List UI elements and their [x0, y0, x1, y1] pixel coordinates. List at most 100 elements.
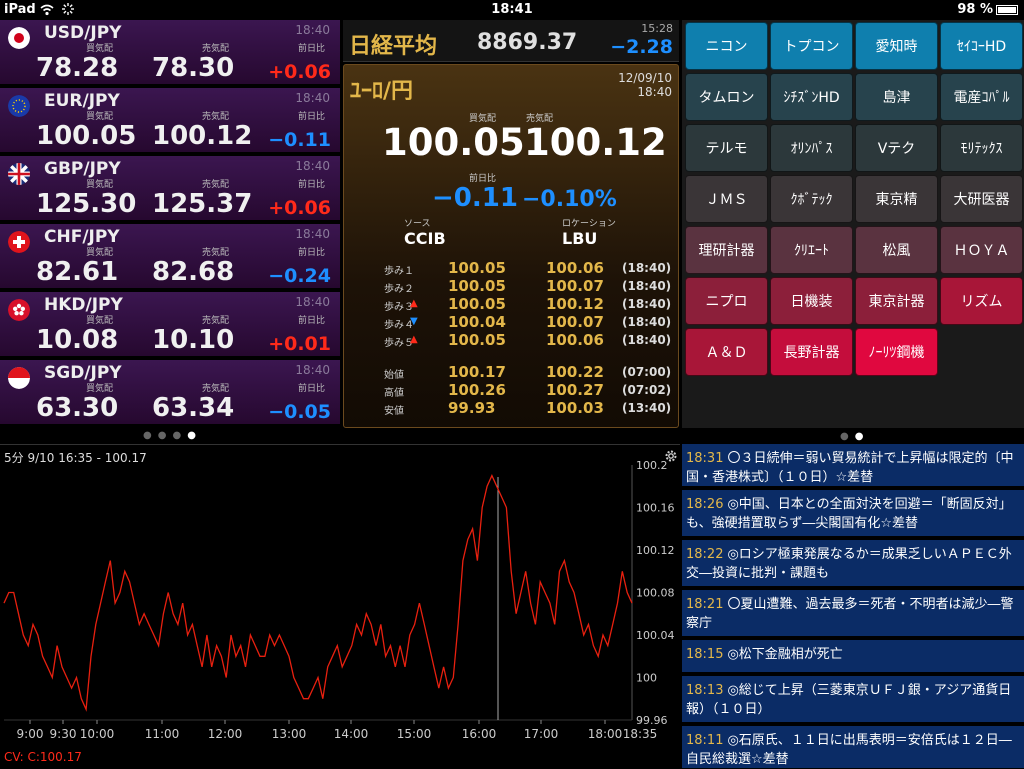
stock-button[interactable]: ニプロ: [685, 277, 768, 325]
ohlc-row: 始値 100.17 100.22 (07:00): [382, 363, 672, 381]
news-item[interactable]: 18:11 ◎石原氏、１１日に出馬表明＝安倍氏は１２日―自民総裁選☆差替: [682, 726, 1024, 768]
ohlc-ask: 100.22: [546, 363, 604, 381]
sg-flag-icon: [8, 367, 30, 389]
y-tick-label: 100.16: [636, 502, 675, 515]
source-label: ソース: [404, 219, 431, 229]
stock-button[interactable]: ｸﾎﾞﾃｯｸ: [770, 175, 853, 223]
fx-row[interactable]: USD/JPY 18:40 買気配 売気配 前日比 78.28 78.30 +0…: [0, 20, 340, 86]
stock-button[interactable]: 東京精: [855, 175, 938, 223]
stock-button[interactable]: 島津: [855, 73, 938, 121]
fx-change-label: 前日比: [298, 316, 326, 326]
stock-button[interactable]: ｼﾁｽﾞﾝHD: [770, 73, 853, 121]
fx-bid: 82.61: [36, 257, 119, 287]
fx-pair: CHF/JPY: [44, 227, 120, 247]
stock-button[interactable]: 長野計器: [770, 328, 853, 376]
nikkei-label: 日経平均: [349, 34, 438, 59]
stock-button[interactable]: ｸﾘｴｰﾄ: [770, 226, 853, 274]
tick-history: 歩み１ 100.05 100.06 (18:40) 歩み２ 100.05 100.…: [382, 259, 672, 417]
tick-bid: 100.04: [448, 313, 506, 331]
nikkei-panel[interactable]: 日経平均 8869.37 15:28 −2.28: [343, 20, 679, 62]
fx-bid: 10.08: [36, 325, 119, 355]
news-time: 18:22: [686, 547, 724, 562]
tick-bid: 100.05: [448, 259, 506, 277]
fx-row[interactable]: CHF/JPY 18:40 買気配 売気配 前日比 82.61 82.68 −0…: [0, 224, 340, 290]
page-indicator-left[interactable]: ●●●●: [143, 430, 202, 441]
stock-button[interactable]: 愛知時: [855, 22, 938, 70]
down-arrow-icon: ▼: [410, 316, 418, 327]
stock-button[interactable]: トプコン: [770, 22, 853, 70]
stock-button[interactable]: タムロン: [685, 73, 768, 121]
fx-row[interactable]: HKD/JPY 18:40 買気配 売気配 前日比 10.08 10.10 +0…: [0, 292, 340, 358]
fx-ask: 78.30: [152, 53, 235, 83]
news-headline: ◎総じて上昇（三菱東京ＵＦＪ銀・アジア通貨日報）（１０日）: [686, 683, 1012, 717]
fx-change-label: 前日比: [298, 112, 326, 122]
stock-button[interactable]: ﾉｰﾘﾂ鋼機: [855, 328, 938, 376]
tick-time: (18:40): [622, 261, 672, 275]
tick-bid: 100.05: [448, 295, 506, 313]
fx-time: 18:40: [295, 227, 330, 241]
stock-button[interactable]: ｾｲｺｰHD: [940, 22, 1023, 70]
tick-bid: 100.05: [448, 331, 506, 349]
detail-ask: 100.12: [524, 121, 667, 164]
news-item[interactable]: 18:21 〇夏山遭難、過去最多＝死者・不明者は減少―警察庁: [682, 590, 1024, 638]
nikkei-value: 8869.37: [477, 30, 578, 55]
stock-button[interactable]: ﾓﾘﾃｯｸｽ: [940, 124, 1023, 172]
stock-button[interactable]: リズム: [940, 277, 1023, 325]
stock-button[interactable]: ＪＭＳ: [685, 175, 768, 223]
page-indicator-right[interactable]: ●●: [840, 431, 869, 442]
fx-pair: EUR/JPY: [44, 91, 120, 111]
stock-button[interactable]: Ａ＆Ｄ: [685, 328, 768, 376]
news-time: 18:15: [686, 647, 724, 662]
news-item[interactable]: 18:31 〇３日続伸＝弱い貿易統計で上昇幅は限定的〔中国・香港株式〕（１０日）☆…: [682, 444, 1024, 488]
news-item[interactable]: 18:15 ◎松下金融相が死亡: [682, 640, 1024, 674]
x-tick-label: 15:00: [397, 727, 432, 741]
tick-ask: 100.06: [546, 259, 604, 277]
clock: 18:41: [491, 2, 533, 17]
news-feed: 18:31 〇３日続伸＝弱い貿易統計で上昇幅は限定的〔中国・香港株式〕（１０日）☆…: [682, 444, 1024, 768]
stock-button[interactable]: ｵﾘﾝﾊﾟｽ: [770, 124, 853, 172]
fx-bid: 78.28: [36, 53, 119, 83]
y-tick-label: 100.12: [636, 544, 675, 557]
ch-flag-icon: [8, 231, 30, 253]
fx-row[interactable]: SGD/JPY 18:40 買気配 売気配 前日比 63.30 63.34 −0…: [0, 360, 340, 426]
news-time: 18:13: [686, 683, 724, 698]
chart-plot: 100.2 100.16 100.12 100.08 100.04 100 99.96 9:0…: [3, 459, 675, 741]
y-tick-label: 100.2: [636, 459, 668, 472]
x-tick-label: 17:00: [524, 727, 559, 741]
news-time: 18:26: [686, 497, 724, 512]
fx-row[interactable]: GBP/JPY 18:40 買気配 売気配 前日比 125.30 125.37 …: [0, 156, 340, 222]
location-label: ロケーション: [562, 219, 616, 229]
tick-row: 歩み３ ▲ 100.05 100.12 (18:40): [382, 295, 672, 313]
chart-cv-readout: CV: C:100.17: [4, 750, 82, 764]
news-item[interactable]: 18:13 ◎総じて上昇（三菱東京ＵＦＪ銀・アジア通貨日報）（１０日）: [682, 676, 1024, 724]
up-arrow-icon: ▲: [410, 298, 418, 309]
stock-button[interactable]: 大研医器: [940, 175, 1023, 223]
stock-button[interactable]: 東京計器: [855, 277, 938, 325]
stock-button[interactable]: 日機装: [770, 277, 853, 325]
ohlc-ask: 100.03: [546, 399, 604, 417]
stock-button[interactable]: ニコン: [685, 22, 768, 70]
status-bar: iPad 18:41 98 %: [0, 0, 1024, 20]
news-time: 18:21: [686, 597, 724, 612]
tick-label: 歩み１: [384, 266, 414, 277]
stock-button[interactable]: 電産ｺﾊﾟﾙ: [940, 73, 1023, 121]
news-headline: ◎ロシア極東発展なるか＝成果乏しいＡＰＥＣ外交―投資に批判・課題も: [686, 547, 1012, 581]
eu-flag-icon: [8, 95, 30, 117]
currency-detail-panel: ﾕｰﾛ/円 12/09/10 18:40 買気配 売気配 100.05 100.1…: [343, 64, 679, 428]
ohlc-ask: 100.27: [546, 381, 604, 399]
stock-button[interactable]: テルモ: [685, 124, 768, 172]
fx-ask: 63.34: [152, 393, 235, 423]
stock-button[interactable]: ＨＯＹＡ: [940, 226, 1023, 274]
fx-change: −0.24: [268, 265, 331, 287]
news-item[interactable]: 18:26 ◎中国、日本との全面対決を回避＝「断固反対」も、強硬措置取らず―尖閣国…: [682, 490, 1024, 538]
ohlc-time: (13:40): [622, 401, 672, 415]
fx-row[interactable]: EUR/JPY 18:40 買気配 売気配 前日比 100.05 100.12 …: [0, 88, 340, 154]
detail-change: −0.11: [432, 183, 518, 213]
news-item[interactable]: 18:22 ◎ロシア極東発展なるか＝成果乏しいＡＰＥＣ外交―投資に批判・課題も: [682, 540, 1024, 588]
stock-button[interactable]: 松風: [855, 226, 938, 274]
y-tick-label: 100.04: [636, 629, 675, 642]
stock-button[interactable]: Vテク: [855, 124, 938, 172]
stock-button[interactable]: 理研計器: [685, 226, 768, 274]
x-tick-label: 12:00: [208, 727, 243, 741]
detail-time: 18:40: [637, 85, 672, 99]
